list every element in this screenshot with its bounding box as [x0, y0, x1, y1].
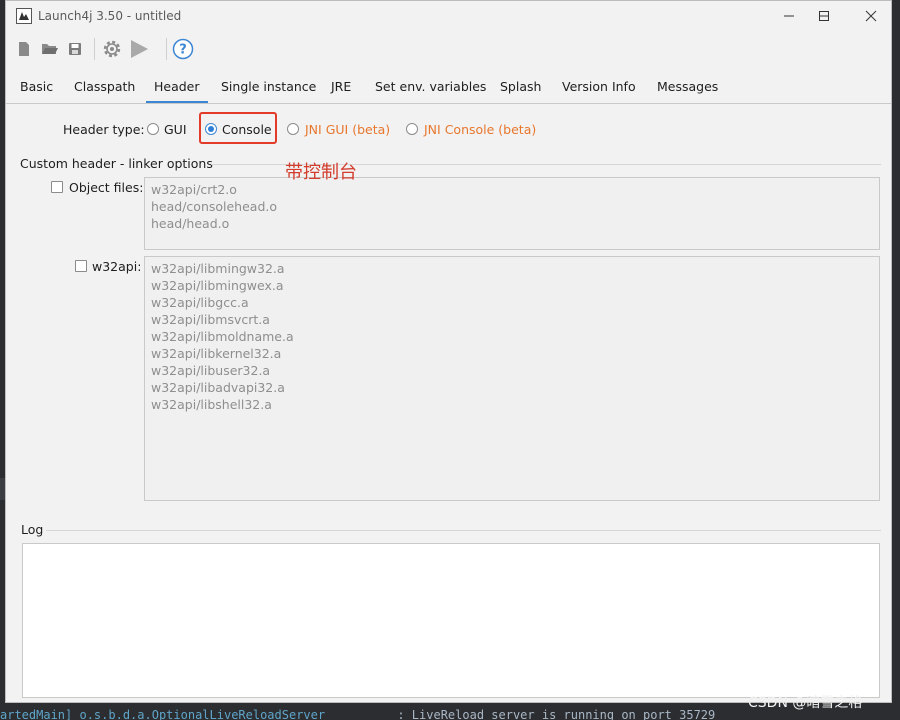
radio-gui-label[interactable]: GUI	[164, 122, 187, 137]
toolbar-separator	[94, 38, 95, 60]
toolbar: ?	[6, 32, 891, 66]
annotation-text: 带控制台	[285, 162, 357, 183]
launch4j-window: Launch4j 3.50 - untitled ? Basic Classpa…	[5, 0, 892, 703]
help-button[interactable]: ?	[171, 37, 195, 61]
gear-icon	[103, 40, 121, 58]
maximize-icon	[819, 11, 829, 21]
w32api-line: w32api/libkernel32.a	[151, 346, 282, 361]
tab-messages[interactable]: Messages	[649, 73, 726, 103]
w32api-label[interactable]: w32api:	[92, 259, 141, 274]
radio-jni-console-label[interactable]: JNI Console (beta)	[424, 122, 536, 137]
w32api-line: w32api/libshell32.a	[151, 397, 272, 412]
tab-basic[interactable]: Basic	[12, 73, 61, 103]
watermark: CSDN @暗雪之格	[748, 695, 863, 711]
launch4j-app-icon	[16, 8, 32, 24]
tab-version-info[interactable]: Version Info	[554, 73, 644, 103]
radio-jni-gui[interactable]	[287, 123, 299, 135]
tab-set-env-variables[interactable]: Set env. variables	[367, 73, 494, 103]
w32api-checkbox[interactable]	[75, 260, 87, 272]
section-divider	[46, 530, 881, 531]
svg-text:?: ?	[179, 43, 187, 58]
new-button[interactable]	[12, 37, 36, 61]
object-file-line: w32api/crt2.o	[151, 182, 237, 197]
build-settings-button[interactable]	[100, 37, 124, 61]
object-file-line: head/consolehead.o	[151, 199, 278, 214]
close-icon	[865, 10, 877, 22]
close-button[interactable]	[848, 5, 894, 27]
radio-jni-console[interactable]	[406, 123, 418, 135]
tab-jre[interactable]: JRE	[323, 73, 359, 103]
play-icon	[131, 40, 148, 58]
run-button[interactable]	[126, 37, 152, 61]
object-files-checkbox[interactable]	[51, 181, 63, 193]
tab-single-instance[interactable]: Single instance	[213, 73, 324, 103]
w32api-line: w32api/libadvapi32.a	[151, 380, 285, 395]
tab-classpath[interactable]: Classpath	[66, 73, 143, 103]
radio-jni-gui-label[interactable]: JNI GUI (beta)	[305, 122, 390, 137]
save-icon	[69, 43, 81, 55]
help-icon: ?	[172, 38, 194, 60]
header-type-label: Header type:	[63, 122, 145, 137]
object-file-line: head/head.o	[151, 216, 230, 231]
log-textarea[interactable]	[22, 543, 880, 698]
object-files-label[interactable]: Object files:	[69, 180, 143, 195]
window-title: Launch4j 3.50 - untitled	[38, 9, 182, 23]
radio-gui[interactable]	[147, 123, 159, 135]
w32api-textarea[interactable]: w32api/libmingw32.a w32api/libmingwex.a …	[144, 256, 880, 501]
minimize-icon	[784, 15, 794, 17]
w32api-line: w32api/libmingwex.a	[151, 278, 284, 293]
log-section-label: Log	[21, 522, 44, 537]
open-button[interactable]	[37, 37, 61, 61]
maximize-button[interactable]	[801, 5, 847, 27]
tab-header[interactable]: Header	[146, 73, 208, 103]
tab-bar: Basic Classpath Header Single instance J…	[6, 73, 891, 104]
open-icon	[41, 44, 58, 54]
w32api-line: w32api/libmoldname.a	[151, 329, 294, 344]
w32api-line: w32api/libuser32.a	[151, 363, 271, 378]
object-files-textarea[interactable]: w32api/crt2.o head/consolehead.o head/he…	[144, 177, 880, 250]
tab-splash[interactable]: Splash	[492, 73, 549, 103]
toolbar-separator	[166, 38, 167, 60]
w32api-line: w32api/libgcc.a	[151, 295, 249, 310]
new-icon	[19, 42, 29, 56]
title-bar: Launch4j 3.50 - untitled	[6, 1, 891, 32]
console-log-left: artedMain] o.s.b.d.a.OptionalLiveReloadS…	[0, 708, 326, 720]
save-button[interactable]	[63, 37, 87, 61]
w32api-line: w32api/libmingw32.a	[151, 261, 285, 276]
custom-header-section-label: Custom header - linker options	[20, 156, 213, 171]
console-log-right: : LiveReload server is running on port 3…	[397, 708, 716, 720]
console-highlight-box	[199, 112, 277, 144]
w32api-line: w32api/libmsvcrt.a	[151, 312, 270, 327]
